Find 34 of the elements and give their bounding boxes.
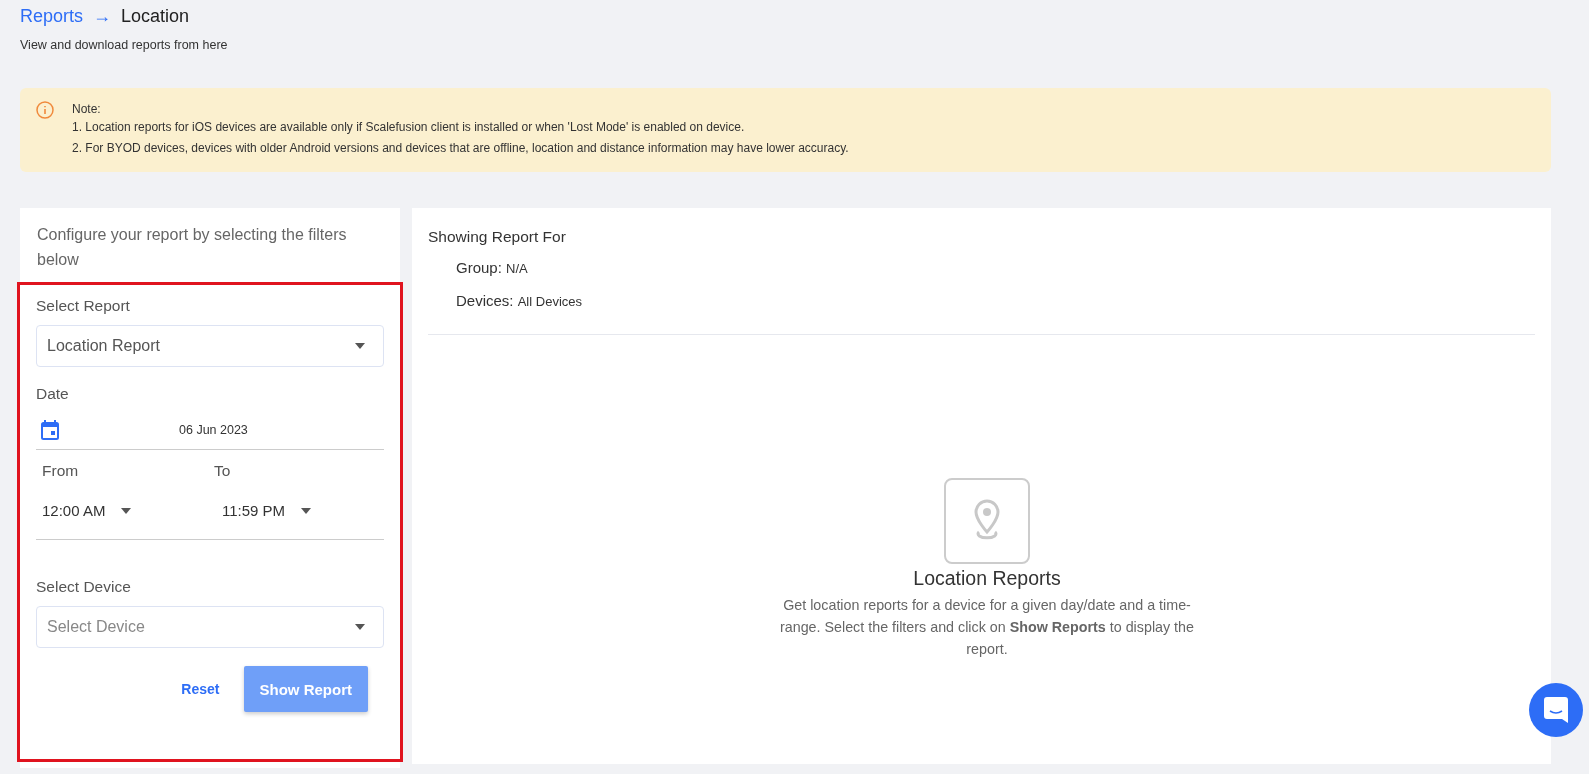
empty-state-title: Location Reports (912, 567, 1062, 590)
empty-state-text: Get location reports for a device for a given day/date and a time-range. Select the filters and click on Show Reports to display the report. (779, 596, 1195, 659)
field-label: Devices: (456, 292, 514, 309)
field-value: N/A (506, 261, 528, 276)
field-label: To (214, 462, 232, 480)
to-time-dropdown[interactable]: 11:59 PM (222, 502, 312, 519)
chat-icon (1544, 697, 1568, 723)
field-label: Select Device (36, 578, 132, 596)
report-dropdown[interactable]: Location Report (36, 325, 384, 367)
device-dropdown[interactable]: Select Device (36, 606, 384, 648)
reset-link[interactable]: Reset (175, 680, 226, 698)
info-icon (36, 101, 54, 119)
note-text: 2. For BYOD devices, devices with older Android versions and devices that are offline, location and distance information may have lower accuracy. (72, 140, 849, 157)
date-field[interactable]: 06 Jun 2023 (36, 411, 384, 450)
caret-icon (121, 507, 132, 514)
caret-icon (301, 507, 312, 514)
from-time-dropdown[interactable]: 12:00 AM (42, 502, 132, 519)
page-subtitle: View and download reports from here (20, 38, 229, 52)
field-label: From (42, 462, 80, 480)
calendar-icon (41, 420, 59, 440)
filter-intro: Configure your report by selecting the filters below (36, 225, 348, 270)
field-label: Date (36, 385, 70, 403)
field-label: Group: (456, 259, 502, 276)
note-title: Note: (72, 101, 102, 117)
report-heading: Showing Report For (428, 227, 567, 246)
field-value: All Devices (517, 294, 582, 309)
note-text: 1. Location reports for iOS devices are available only if Scalefusion client is installed or when 'Lost Mode' is enabled on device. (72, 119, 746, 136)
breadcrumb-link[interactable]: Reports (20, 5, 84, 27)
field-label: Select Report (36, 297, 131, 315)
page-title: Location (121, 5, 190, 27)
caret-icon (355, 343, 365, 349)
chat-button[interactable] (1529, 683, 1583, 737)
breadcrumb-separator: → (93, 5, 112, 27)
caret-icon (355, 624, 365, 630)
